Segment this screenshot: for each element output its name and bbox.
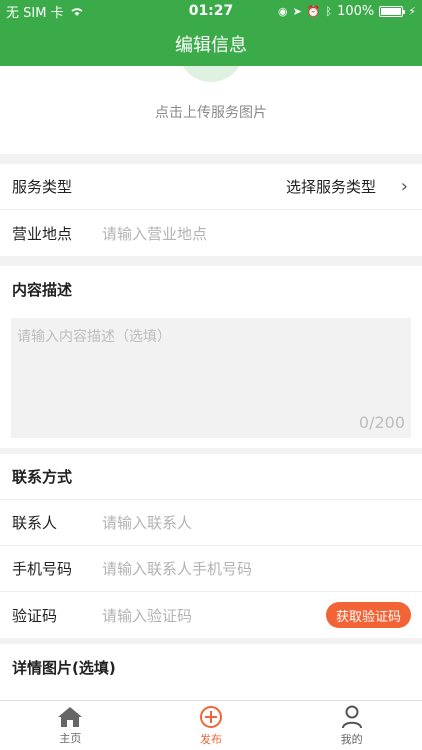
phone-label: 手机号码 [12,560,73,578]
contact-heading: 联系方式 [0,454,422,500]
page-title: 编辑信息 [175,35,247,56]
charging-icon: ⚡ [408,4,416,18]
contact-person-row[interactable]: 联系人 请输入联系人 [0,500,422,546]
home-icon [58,706,83,727]
status-bar: 无 SIM 卡 01:27 ◉ ➤ ⏰ ᛒ 100% ⚡ [0,0,422,22]
contact-person-input[interactable]: 请输入联系人 [102,512,192,533]
plus-circle-icon [200,705,222,728]
location-row[interactable]: 营业地点 请输入营业地点 [0,210,422,256]
phone-row[interactable]: 手机号码 请输入联系人手机号码 [0,546,422,592]
description-counter: 0/200 [358,413,405,432]
details-section: 详情图片(选填) [0,644,422,700]
details-heading: 详情图片(选填) [12,658,116,677]
battery-percent: 100% [337,3,375,19]
upload-image-placeholder[interactable] [178,66,244,82]
tab-bar: 主页 发布 我的 [0,700,422,750]
tab-home[interactable]: 主页 [0,701,141,750]
code-row[interactable]: 验证码 请输入验证码 获取验证码 [0,592,422,638]
location-label: 营业地点 [12,224,73,243]
nav-bar: 编辑信息 [0,22,422,66]
battery-icon [379,5,406,17]
upload-area[interactable]: 点击上传服务图片 [0,66,422,154]
tab-mine-label: 我的 [340,732,363,746]
description-placeholder: 请输入内容描述（选填） [17,329,171,345]
get-code-button[interactable]: 获取验证码 [325,602,411,628]
tab-home-label: 主页 [59,731,82,745]
location-input[interactable]: 请输入营业地点 [102,223,207,244]
wifi-icon [71,7,83,16]
alarm-icon: ⏰ [306,4,321,18]
carrier-label: 无 SIM 卡 [6,5,64,21]
user-icon [341,705,362,728]
service-type-label: 服务类型 [12,178,73,196]
bluetooth-icon: ᛒ [325,4,333,18]
description-section: 内容描述 请输入内容描述（选填） 0/200 [0,266,422,448]
upload-hint: 点击上传服务图片 [155,105,267,121]
location-icon: ➤ [292,4,302,18]
service-type-value: 选择服务类型 [285,178,376,196]
service-section: 服务类型 选择服务类型 › 营业地点 请输入营业地点 [0,164,422,256]
code-label: 验证码 [12,606,58,625]
tab-mine[interactable]: 我的 [281,701,422,750]
code-input[interactable]: 请输入验证码 [102,605,192,626]
description-textarea[interactable]: 请输入内容描述（选填） 0/200 [11,318,411,438]
contact-section: 联系方式 联系人 请输入联系人 手机号码 请输入联系人手机号码 验证码 请输入验… [0,454,422,638]
chevron-right-icon: › [400,176,408,197]
lock-rotation-icon: ◉ [277,4,288,18]
tab-publish-label: 发布 [200,732,222,746]
service-type-row[interactable]: 服务类型 选择服务类型 › [0,164,422,210]
tab-publish[interactable]: 发布 [141,701,282,750]
description-heading: 内容描述 [12,280,73,299]
status-time: 01:27 [188,3,234,19]
contact-person-label: 联系人 [12,514,58,532]
phone-input[interactable]: 请输入联系人手机号码 [102,558,252,579]
